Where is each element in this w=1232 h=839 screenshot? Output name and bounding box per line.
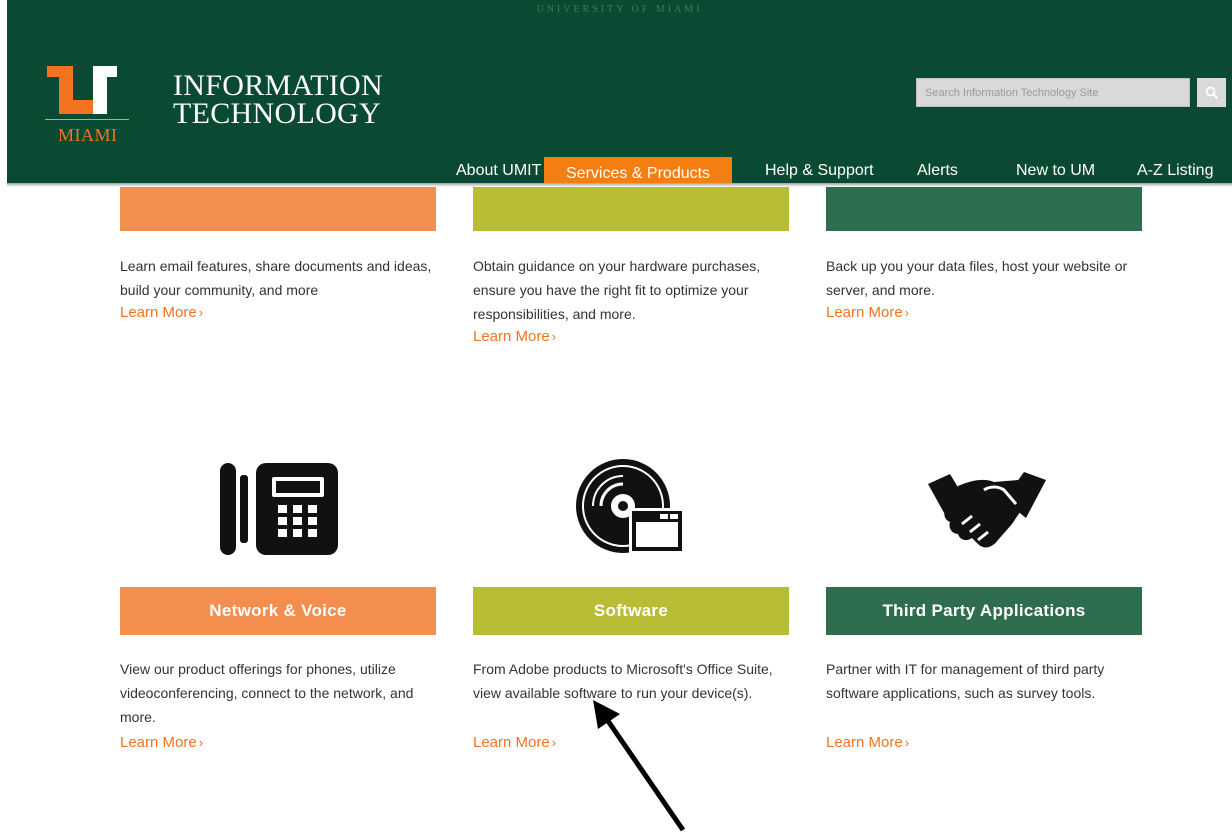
site-title[interactable]: INFORMATION TECHNOLOGY [173, 69, 383, 130]
learn-more-link[interactable]: Learn More › [826, 304, 909, 321]
chevron-right-icon: › [551, 329, 557, 344]
university-label[interactable]: UNIVERSITY OF MIAMI [7, 0, 1232, 20]
learn-more-label: Learn More [120, 304, 197, 321]
search-button[interactable] [1197, 78, 1226, 107]
learn-more-link[interactable]: Learn More › [473, 734, 556, 751]
learn-more-label: Learn More [120, 734, 197, 751]
card-description: View our product offerings for phones, u… [120, 661, 414, 725]
nav-a-z-listing[interactable]: A-Z Listing [1137, 158, 1213, 183]
card-bar-hardware[interactable] [473, 187, 789, 231]
card-description: Learn email features, share documents an… [120, 258, 432, 298]
search-icon [1205, 86, 1218, 99]
chevron-right-icon: › [198, 305, 204, 320]
site-header: UNIVERSITY OF MIAMI MIAMI INFORMATION TE… [7, 0, 1232, 191]
site-title-line2: TECHNOLOGY [173, 97, 381, 130]
nav-help-support[interactable]: Help & Support [765, 158, 874, 183]
card-description: Back up you your data files, host your w… [826, 258, 1128, 298]
chevron-right-icon: › [904, 735, 910, 750]
card-description: Obtain guidance on your hardware purchas… [473, 258, 761, 322]
site-title-line1: INFORMATION [173, 69, 383, 102]
nav-alerts[interactable]: Alerts [917, 158, 958, 183]
card-title-network-voice[interactable]: Network & Voice [120, 587, 436, 635]
learn-more-label: Learn More [826, 734, 903, 751]
nav-new-to-um[interactable]: New to UM [1016, 158, 1095, 183]
um-logo-icon[interactable] [47, 66, 117, 114]
chevron-right-icon: › [551, 735, 557, 750]
logo-divider [45, 119, 129, 120]
learn-more-label: Learn More [826, 304, 903, 321]
card-description: Partner with IT for management of third … [826, 661, 1105, 701]
card-title-label: Network & Voice [209, 601, 347, 620]
software-disc-icon [576, 459, 685, 554]
card-title-label: Software [593, 601, 669, 620]
card-description: From Adobe products to Microsoft's Offic… [473, 661, 773, 701]
card-bar-email[interactable] [120, 187, 436, 231]
card-bar-storage[interactable] [826, 187, 1142, 231]
card-title-software[interactable]: Software [473, 587, 789, 635]
search-input[interactable] [916, 78, 1190, 107]
learn-more-link[interactable]: Learn More › [826, 734, 909, 751]
desk-phone-icon [220, 463, 338, 555]
chevron-right-icon: › [198, 735, 204, 750]
learn-more-link[interactable]: Learn More › [120, 734, 203, 751]
card-title-label: Third Party Applications [882, 601, 1086, 620]
logo-miami-text[interactable]: MIAMI [58, 125, 118, 146]
learn-more-link[interactable]: Learn More › [120, 304, 203, 321]
learn-more-label: Learn More [473, 734, 550, 751]
learn-more-label: Learn More [473, 328, 550, 345]
card-title-third-party[interactable]: Third Party Applications [826, 587, 1142, 635]
nav-about-umit[interactable]: About UMIT [456, 158, 541, 183]
main-nav: About UMIT Services & Products Help & Su… [7, 157, 1232, 191]
chevron-right-icon: › [904, 305, 910, 320]
handshake-icon [928, 472, 1046, 548]
learn-more-link[interactable]: Learn More › [473, 328, 556, 345]
